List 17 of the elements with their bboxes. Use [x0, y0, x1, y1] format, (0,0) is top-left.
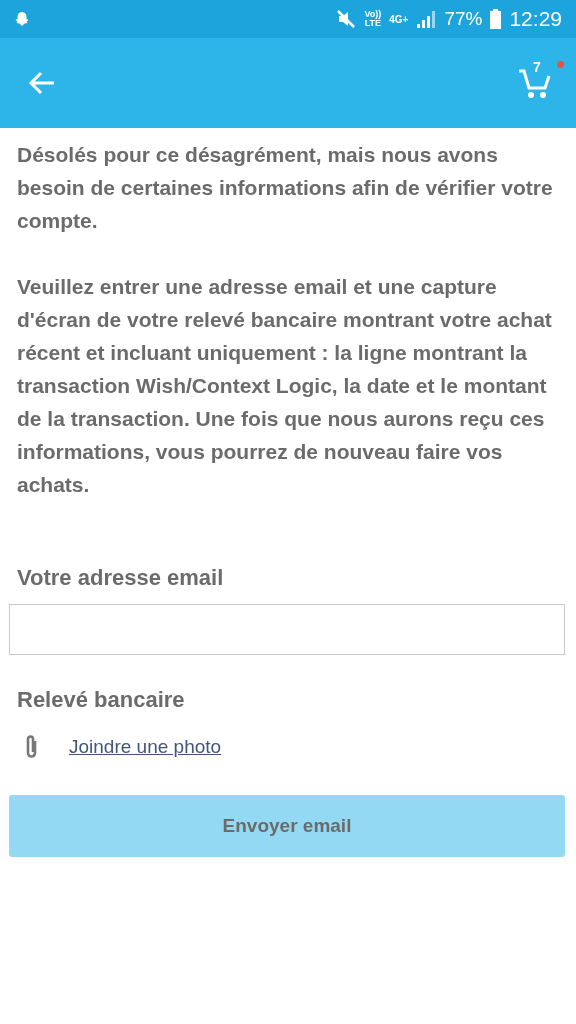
body-paragraph: Veuillez entrer une adresse email et une capture d'écran de votre relevé bancaire montrant votre achat récent et incluant uniquement : la ligne montrant la transaction Wish/Context Logic, la date et le montant de la transaction. Une fois que nous aurons reçu ces informations, vous pourrez de nouveau faire vos achats. — [17, 274, 553, 498]
volte-label: Vo)) — [364, 10, 382, 19]
network-type: 4G+ — [389, 12, 409, 27]
field-label: Relevé bancaire — [17, 686, 186, 714]
mute-icon — [336, 9, 357, 29]
field-label: Votre adresse email — [17, 564, 225, 592]
notification-icon — [14, 11, 30, 27]
email-input-field[interactable] — [9, 604, 565, 655]
battery-percent: 77% — [444, 6, 483, 31]
back-arrow-icon[interactable] — [28, 71, 56, 95]
signal-icon — [416, 10, 437, 28]
attach-photo-link[interactable]: Joindre une photo — [69, 730, 222, 763]
cart-count: 7 — [533, 58, 541, 77]
battery-icon — [490, 9, 502, 29]
clock: 12:29 — [509, 6, 562, 33]
body-paragraph: Désolés pour ce désagrément, mais nous avons besoin de certaines informations afin de vérifier votre compte. — [17, 142, 554, 234]
volte-label: LTE — [364, 19, 382, 28]
